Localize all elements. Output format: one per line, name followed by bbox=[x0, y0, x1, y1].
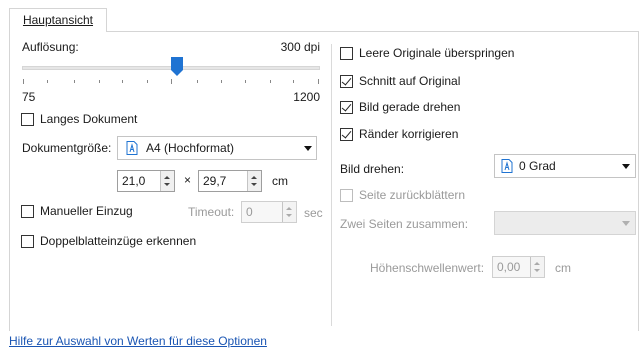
flip-page-label: Seite zurückblättern bbox=[359, 188, 466, 202]
slider-tick bbox=[245, 80, 246, 83]
document-size-label: Dokumentgröße: bbox=[22, 141, 112, 155]
chevron-down-icon bbox=[304, 146, 312, 151]
merge-sides-label: Zwei Seiten zusammen: bbox=[340, 217, 469, 231]
document-size-select[interactable]: A4 (Hochformat) bbox=[117, 136, 317, 160]
merge-sides-select[interactable] bbox=[494, 211, 636, 235]
skip-blank-label: Leere Originale überspringen bbox=[359, 46, 515, 60]
spin-down-icon[interactable] bbox=[534, 269, 540, 272]
chevron-down-icon bbox=[622, 221, 630, 226]
flip-page-checkbox[interactable] bbox=[340, 189, 353, 202]
spin-down-icon[interactable] bbox=[286, 214, 292, 217]
slider-tick bbox=[99, 80, 100, 83]
tab-hauptansicht[interactable]: Hauptansicht bbox=[9, 8, 107, 32]
rotate-value: 0 Grad bbox=[519, 159, 556, 173]
double-feed-label: Doppelblatteinzüge erkennen bbox=[40, 234, 197, 248]
height-spinbox[interactable]: 29,7 bbox=[198, 170, 262, 192]
timeout-label: Timeout: bbox=[188, 205, 235, 219]
rotate-label: Bild drehen: bbox=[340, 162, 405, 176]
slider-tick bbox=[293, 80, 294, 83]
resolution-max-label: 1200 bbox=[293, 90, 320, 104]
help-link[interactable]: Hilfe zur Auswahl von Werten für diese O… bbox=[9, 334, 267, 348]
rotate-select[interactable]: 0 Grad bbox=[494, 154, 636, 178]
chevron-down-icon bbox=[622, 164, 630, 169]
resolution-value: 300 dpi bbox=[280, 40, 320, 54]
crop-label: Schnitt auf Original bbox=[359, 74, 461, 88]
long-document-label: Langes Dokument bbox=[40, 112, 138, 126]
spin-up-icon[interactable] bbox=[164, 176, 170, 179]
crop-checkbox[interactable] bbox=[340, 75, 353, 88]
slider-tick bbox=[221, 80, 222, 83]
spin-up-icon[interactable] bbox=[251, 176, 257, 179]
tab-label: Hauptansicht bbox=[22, 13, 94, 27]
height-threshold-label: Höhenschwellenwert: bbox=[370, 261, 485, 275]
spin-down-icon[interactable] bbox=[251, 183, 257, 186]
timeout-spin-buttons[interactable] bbox=[282, 202, 296, 222]
resolution-slider-thumb[interactable] bbox=[170, 57, 183, 76]
edges-label: Ränder korrigieren bbox=[359, 127, 459, 141]
height-threshold-spin-buttons[interactable] bbox=[530, 257, 544, 277]
document-size-value: A4 (Hochformat) bbox=[146, 141, 235, 155]
width-spinbox[interactable]: 21,0 bbox=[117, 170, 175, 192]
slider-tick bbox=[171, 79, 172, 84]
column-divider bbox=[331, 44, 332, 326]
slider-tick bbox=[23, 79, 24, 84]
double-feed-checkbox[interactable] bbox=[21, 235, 34, 248]
manual-feed-label: Manueller Einzug bbox=[40, 204, 133, 218]
height-threshold-spinbox[interactable]: 0,00 bbox=[492, 256, 545, 278]
skip-blank-checkbox[interactable] bbox=[340, 47, 353, 60]
manual-feed-checkbox[interactable] bbox=[21, 205, 34, 218]
document-icon bbox=[126, 141, 138, 155]
spin-up-icon[interactable] bbox=[286, 207, 292, 210]
slider-tick bbox=[122, 80, 123, 83]
slider-tick bbox=[197, 80, 198, 83]
spin-up-icon[interactable] bbox=[534, 262, 540, 265]
width-spin-buttons[interactable] bbox=[160, 171, 174, 191]
slider-tick bbox=[270, 80, 271, 83]
slider-tick bbox=[47, 80, 48, 83]
deskew-label: Bild gerade drehen bbox=[359, 100, 461, 114]
deskew-checkbox[interactable] bbox=[340, 101, 353, 114]
document-icon bbox=[501, 159, 513, 173]
slider-tick bbox=[74, 80, 75, 83]
spin-down-icon[interactable] bbox=[164, 183, 170, 186]
main-panel bbox=[9, 31, 639, 331]
resolution-label: Auflösung: bbox=[22, 40, 79, 54]
long-document-checkbox[interactable] bbox=[21, 113, 34, 126]
timeout-spinbox[interactable]: 0 bbox=[241, 201, 297, 223]
edges-checkbox[interactable] bbox=[340, 128, 353, 141]
timeout-unit: sec bbox=[304, 206, 323, 220]
height-threshold-unit: cm bbox=[555, 261, 571, 275]
dimension-unit: cm bbox=[272, 174, 288, 188]
slider-tick bbox=[318, 79, 319, 84]
height-spin-buttons[interactable] bbox=[247, 171, 261, 191]
slider-tick bbox=[147, 80, 148, 83]
times-sign: × bbox=[184, 173, 192, 187]
resolution-min-label: 75 bbox=[22, 90, 36, 104]
